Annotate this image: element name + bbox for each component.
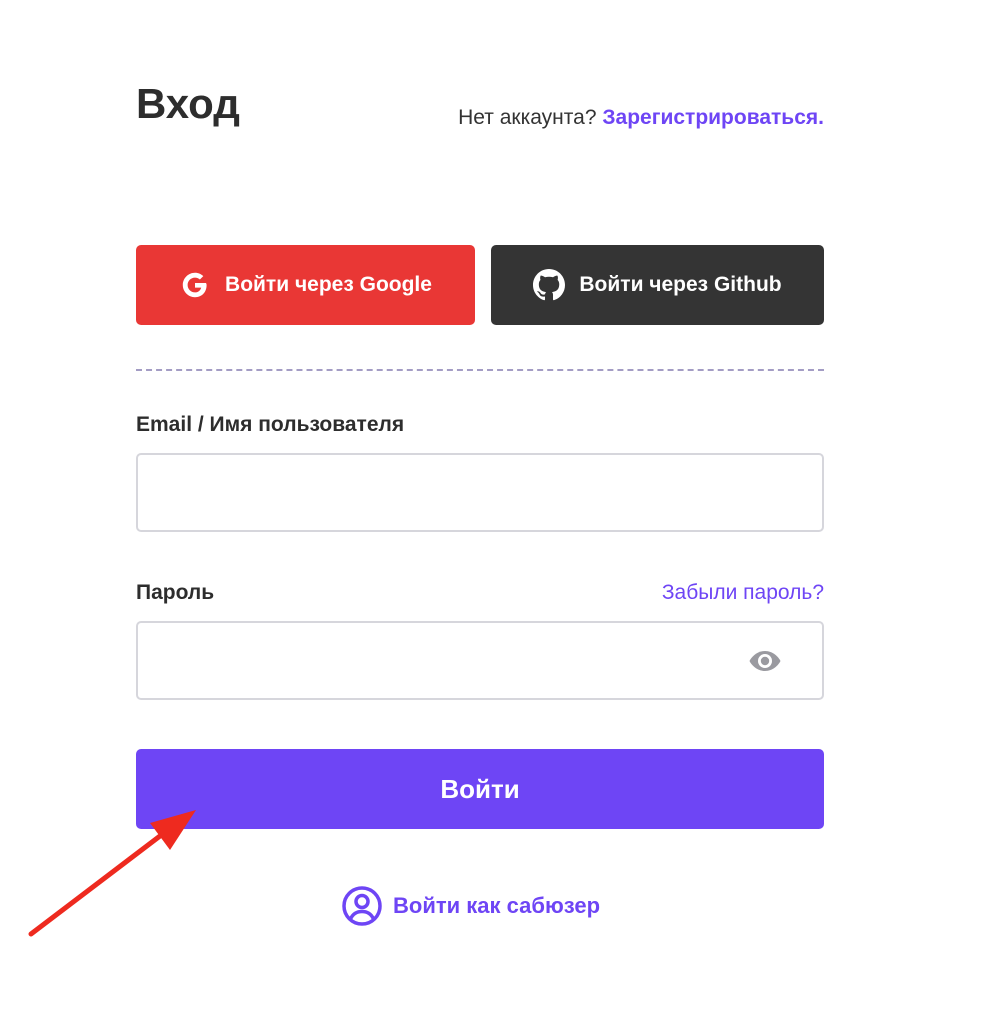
subuser-login-label: Войти как сабюзер bbox=[393, 893, 601, 918]
google-icon bbox=[179, 269, 211, 301]
forgot-password-link[interactable]: Забыли пароль? bbox=[662, 579, 824, 607]
eye-icon[interactable] bbox=[748, 649, 782, 673]
signup-prompt-line: Нет аккаунта? Зарегистрироваться. bbox=[458, 104, 824, 132]
signup-link[interactable]: Зарегистрироваться. bbox=[602, 106, 824, 129]
email-label: Email / Имя пользователя bbox=[136, 413, 405, 436]
divider bbox=[136, 369, 824, 371]
google-login-label: Войти через Google bbox=[225, 273, 432, 296]
page-title: Вход bbox=[136, 80, 240, 127]
password-field[interactable] bbox=[138, 623, 822, 698]
email-field-container bbox=[136, 453, 824, 532]
github-login-label: Войти через Github bbox=[579, 273, 782, 296]
login-submit-button[interactable]: Войти bbox=[136, 749, 824, 829]
signup-prompt-text: Нет аккаунта? bbox=[458, 106, 597, 129]
email-field[interactable] bbox=[138, 455, 822, 530]
login-submit-label: Войти bbox=[440, 773, 520, 804]
user-circle-icon bbox=[341, 885, 383, 927]
github-icon bbox=[533, 269, 566, 301]
github-login-button[interactable]: Войти через Github bbox=[491, 245, 824, 325]
subuser-login-link[interactable]: Войти как сабюзер bbox=[341, 884, 600, 928]
google-login-button[interactable]: Войти через Google bbox=[136, 245, 475, 325]
login-page: Вход Нет аккаунта? Зарегистрироваться. В… bbox=[0, 0, 984, 1016]
password-field-container bbox=[136, 621, 824, 700]
password-label: Пароль bbox=[136, 581, 215, 604]
